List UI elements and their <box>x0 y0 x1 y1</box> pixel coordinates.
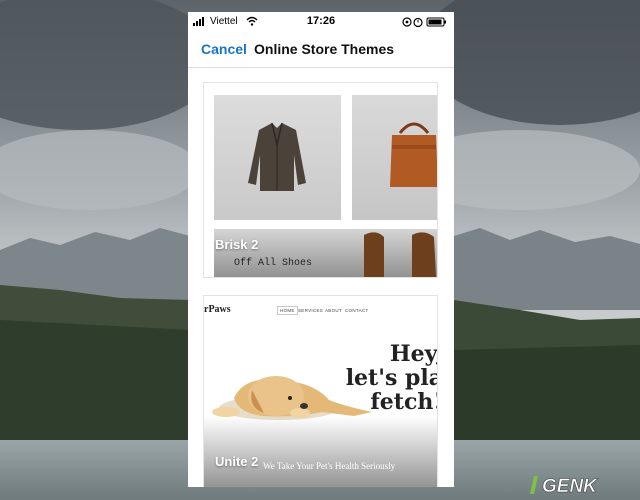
sale-banner-text: Off All Shoes <box>234 258 313 269</box>
handbag-product-tile <box>352 95 437 220</box>
leather-jacket-image <box>248 122 306 191</box>
theme-name: Brisk 2 <box>215 237 259 252</box>
preview-site-logo: rPaws <box>204 304 231 315</box>
page-title: Online Store Themes <box>254 41 395 57</box>
phone-screen: Viettel 17:26 Cancel Online Store Themes <box>188 12 454 487</box>
theme-card-brisk-2[interactable]: Off All Shoes Brisk 2 <box>203 82 438 278</box>
genk-watermark-logo: GENK <box>530 476 598 496</box>
status-bar: Viettel 17:26 <box>188 12 454 32</box>
cancel-button[interactable]: Cancel <box>201 41 247 57</box>
preview-nav-home: HOME <box>277 306 298 315</box>
preview-nav-services: SERVICES <box>298 308 324 313</box>
status-indicators-icon <box>402 17 446 28</box>
watermark-text: GENK <box>542 476 598 496</box>
theme-card-unite-2[interactable]: rPaws HOME SERVICES ABOUT CONTACT Hey, l… <box>203 295 438 487</box>
jacket-product-tile <box>214 95 341 220</box>
preview-nav-about: ABOUT <box>325 308 343 313</box>
preview-nav-contact: CONTACT <box>345 308 369 313</box>
navigation-bar: Cancel Online Store Themes <box>188 34 454 68</box>
theme-name: Unite 2 <box>215 454 259 469</box>
preview-gradient-overlay <box>204 416 437 487</box>
theme-list: Off All Shoes Brisk 2 rPaws HOME SERVICE… <box>188 69 454 487</box>
handbag-image <box>390 122 437 187</box>
preview-tagline: We Take Your Pet's Health Seriously <box>263 461 396 471</box>
